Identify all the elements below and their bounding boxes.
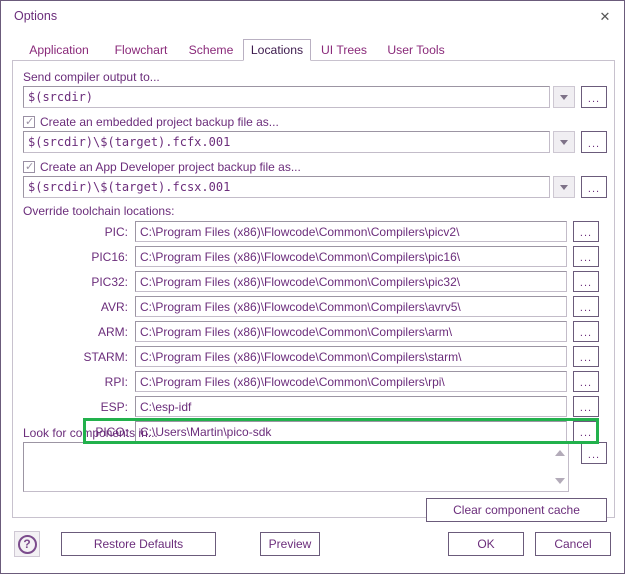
locations-panel: Send compiler output to... $(srcdir) ...…: [12, 60, 615, 522]
cancel-button[interactable]: Cancel: [535, 532, 611, 556]
embedded-backup-checkbox[interactable]: ✓ Create an embedded project backup file…: [23, 115, 279, 129]
chevron-down-icon: [560, 139, 568, 145]
toolchain-input-rpi[interactable]: C:\Program Files (x86)\Flowcode\Common\C…: [135, 371, 567, 392]
appdev-backup-input[interactable]: $(srcdir)\$(target).fcsx.001: [23, 176, 550, 198]
checkbox-box: ✓: [23, 116, 35, 128]
chevron-down-icon: [560, 184, 568, 190]
toolchain-input-starm[interactable]: C:\Program Files (x86)\Flowcode\Common\C…: [135, 346, 567, 367]
appdev-backup-label: Create an App Developer project backup f…: [40, 160, 301, 174]
toolchain-browse-button-esp[interactable]: ...: [573, 396, 599, 417]
triangle-up-icon[interactable]: [555, 450, 565, 456]
toolchain-label-pic16: PIC16:: [91, 250, 128, 264]
embedded-backup-browse-button[interactable]: ...: [581, 131, 607, 153]
preview-button[interactable]: Preview: [260, 532, 320, 556]
components-scrollbar[interactable]: [552, 444, 567, 490]
embedded-backup-label: Create an embedded project backup file a…: [40, 115, 279, 129]
ok-button[interactable]: OK: [448, 532, 524, 556]
toolchain-heading: Override toolchain locations:: [23, 204, 175, 218]
compiler-output-label: Send compiler output to...: [23, 70, 160, 84]
toolchain-browse-button-rpi[interactable]: ...: [573, 371, 599, 392]
tab-flowchart[interactable]: Flowchart: [104, 39, 178, 61]
components-label: Look for components in...: [23, 426, 158, 440]
toolchain-input-pic16[interactable]: C:\Program Files (x86)\Flowcode\Common\C…: [135, 246, 567, 267]
options-dialog: Options ✕ Application Flowchart Scheme Loca…: [0, 0, 625, 574]
toolchain-input-avr[interactable]: C:\Program Files (x86)\Flowcode\Common\C…: [135, 296, 567, 317]
toolchain-browse-button-avr[interactable]: ...: [573, 296, 599, 317]
restore-defaults-button[interactable]: Restore Defaults: [61, 532, 216, 556]
embedded-backup-input[interactable]: $(srcdir)\$(target).fcfx.001: [23, 131, 550, 153]
compiler-output-dropdown-button[interactable]: [553, 86, 575, 108]
toolchain-label-starm: STARM:: [83, 350, 128, 364]
toolchain-input-esp[interactable]: C:\esp-idf: [135, 396, 567, 417]
toolchain-input-pic32[interactable]: C:\Program Files (x86)\Flowcode\Common\C…: [135, 271, 567, 292]
components-textarea[interactable]: [23, 442, 569, 492]
tab-locations[interactable]: Locations: [243, 39, 311, 61]
toolchain-input-arm[interactable]: C:\Program Files (x86)\Flowcode\Common\C…: [135, 321, 567, 342]
question-mark-icon: ?: [17, 534, 37, 554]
toolchain-input-pico[interactable]: C:\Users\Martin\pico-sdk: [135, 421, 567, 442]
embedded-backup-dropdown-button[interactable]: [553, 131, 575, 153]
toolchain-label-pic: PIC:: [104, 225, 128, 239]
toolchain-browse-button-pic32[interactable]: ...: [573, 271, 599, 292]
toolchain-browse-button-arm[interactable]: ...: [573, 321, 599, 342]
checkbox-box: ✓: [23, 161, 35, 173]
check-icon: ✓: [25, 116, 35, 128]
tab-strip: Application Flowchart Scheme Locations UI Tr…: [12, 39, 615, 61]
tab-ui-trees[interactable]: UI Trees: [313, 39, 375, 61]
toolchain-label-pic32: PIC32:: [91, 275, 128, 289]
toolchain-label-avr: AVR:: [100, 300, 128, 314]
toolchain-browse-button-pico[interactable]: ...: [573, 421, 599, 442]
help-button[interactable]: ?: [14, 531, 40, 557]
toolchain-label-esp: ESP:: [100, 400, 128, 414]
appdev-backup-dropdown-button[interactable]: [553, 176, 575, 198]
tab-scheme[interactable]: Scheme: [180, 39, 242, 61]
window-title: Options: [14, 9, 58, 23]
appdev-backup-checkbox[interactable]: ✓ Create an App Developer project backup…: [23, 160, 301, 174]
toolchain-input-pic[interactable]: C:\Program Files (x86)\Flowcode\Common\C…: [135, 221, 567, 242]
tab-user-tools[interactable]: User Tools: [377, 39, 455, 61]
triangle-down-icon[interactable]: [555, 478, 565, 484]
toolchain-browse-button-pic16[interactable]: ...: [573, 246, 599, 267]
check-icon: ✓: [25, 161, 35, 173]
toolchain-browse-button-pic[interactable]: ...: [573, 221, 599, 242]
toolchain-label-arm: ARM:: [98, 325, 128, 339]
toolchain-label-rpi: RPI:: [104, 375, 128, 389]
clear-component-cache-button[interactable]: Clear component cache: [426, 498, 607, 522]
appdev-backup-browse-button[interactable]: ...: [581, 176, 607, 198]
tab-application[interactable]: Application: [16, 39, 102, 61]
components-browse-button[interactable]: ...: [581, 442, 607, 464]
title-bar: Options ✕: [1, 1, 624, 31]
toolchain-browse-button-starm[interactable]: ...: [573, 346, 599, 367]
close-icon[interactable]: ✕: [594, 7, 616, 27]
compiler-output-browse-button[interactable]: ...: [581, 86, 607, 108]
compiler-output-input[interactable]: $(srcdir): [23, 86, 550, 108]
chevron-down-icon: [560, 94, 568, 100]
